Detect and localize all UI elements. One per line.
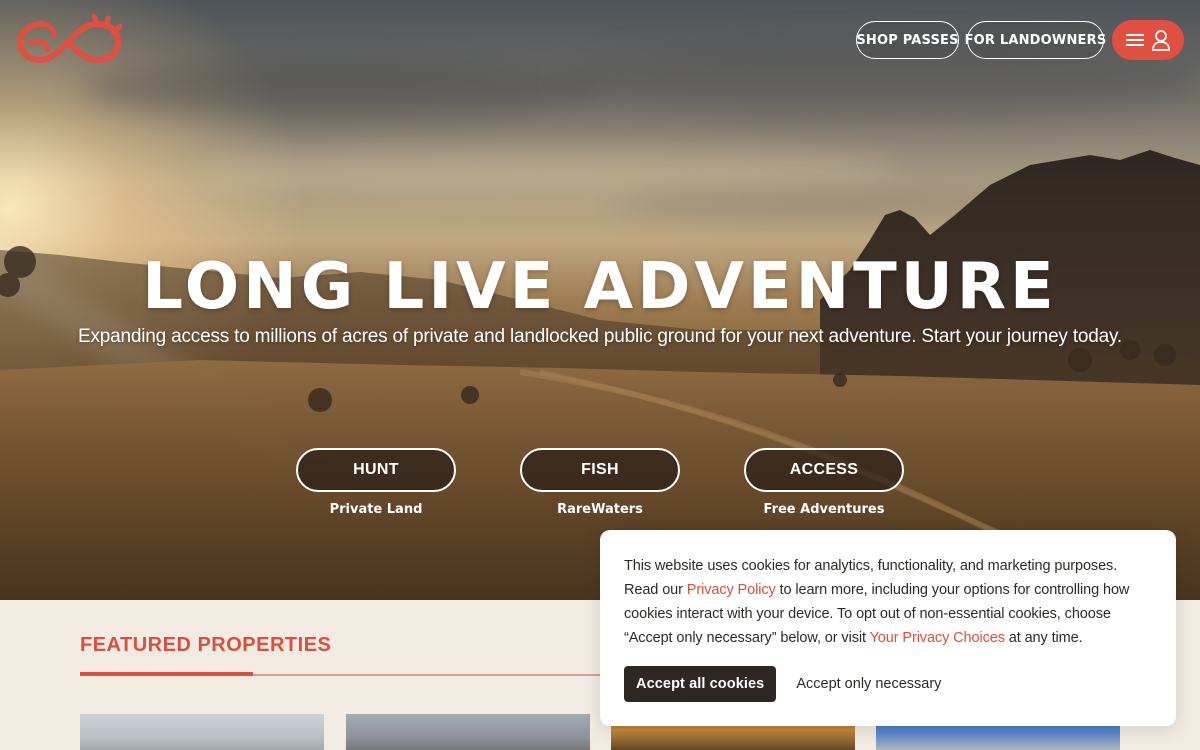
privacy-policy-link[interactable]: Privacy Policy (687, 582, 776, 598)
hero-subtitle: Expanding access to millions of acres of… (78, 326, 1122, 347)
cta-access-group: ACCESS Free Adventures (744, 448, 904, 517)
cookie-message: This website uses cookies for analytics,… (624, 554, 1152, 650)
property-card[interactable] (80, 714, 324, 750)
logo-icon (16, 13, 123, 64)
hunt-caption: Private Land (329, 502, 423, 517)
cta-hunt-group: HUNT Private Land (296, 448, 456, 517)
cta-fish-group: FISH RareWaters (520, 448, 680, 517)
user-icon (1152, 30, 1170, 51)
privacy-choices-link[interactable]: Your Privacy Choices (870, 630, 1005, 646)
property-card[interactable] (346, 714, 590, 750)
hero-title: LONG LIVE ADVENTURE (142, 250, 1058, 324)
access-caption: Free Adventures (763, 502, 885, 517)
antler-infinity-logo[interactable] (14, 13, 123, 66)
featured-properties-tab[interactable]: FEATURED PROPERTIES (80, 634, 331, 657)
cookie-actions: Accept all cookies Accept only necessary (624, 666, 941, 702)
accept-all-cookies-button[interactable]: Accept all cookies (624, 666, 777, 702)
cookie-banner: This website uses cookies for analytics,… (600, 530, 1176, 726)
fish-caption: RareWaters (557, 502, 643, 517)
for-landowners-button[interactable]: FOR LANDOWNERS (965, 21, 1106, 59)
cookie-text-3: at any time. (1004, 630, 1083, 646)
access-button[interactable]: ACCESS (744, 448, 904, 492)
shop-passes-button[interactable]: SHOP PASSES (856, 21, 959, 59)
menu-account-button[interactable] (1112, 20, 1184, 60)
featured-active-indicator (80, 672, 253, 676)
hamburger-icon (1126, 34, 1144, 46)
accept-necessary-button[interactable]: Accept only necessary (796, 676, 941, 692)
hunt-button[interactable]: HUNT (296, 448, 456, 492)
fish-button[interactable]: FISH (520, 448, 680, 492)
header-nav: SHOP PASSES FOR LANDOWNERS (856, 20, 1184, 60)
